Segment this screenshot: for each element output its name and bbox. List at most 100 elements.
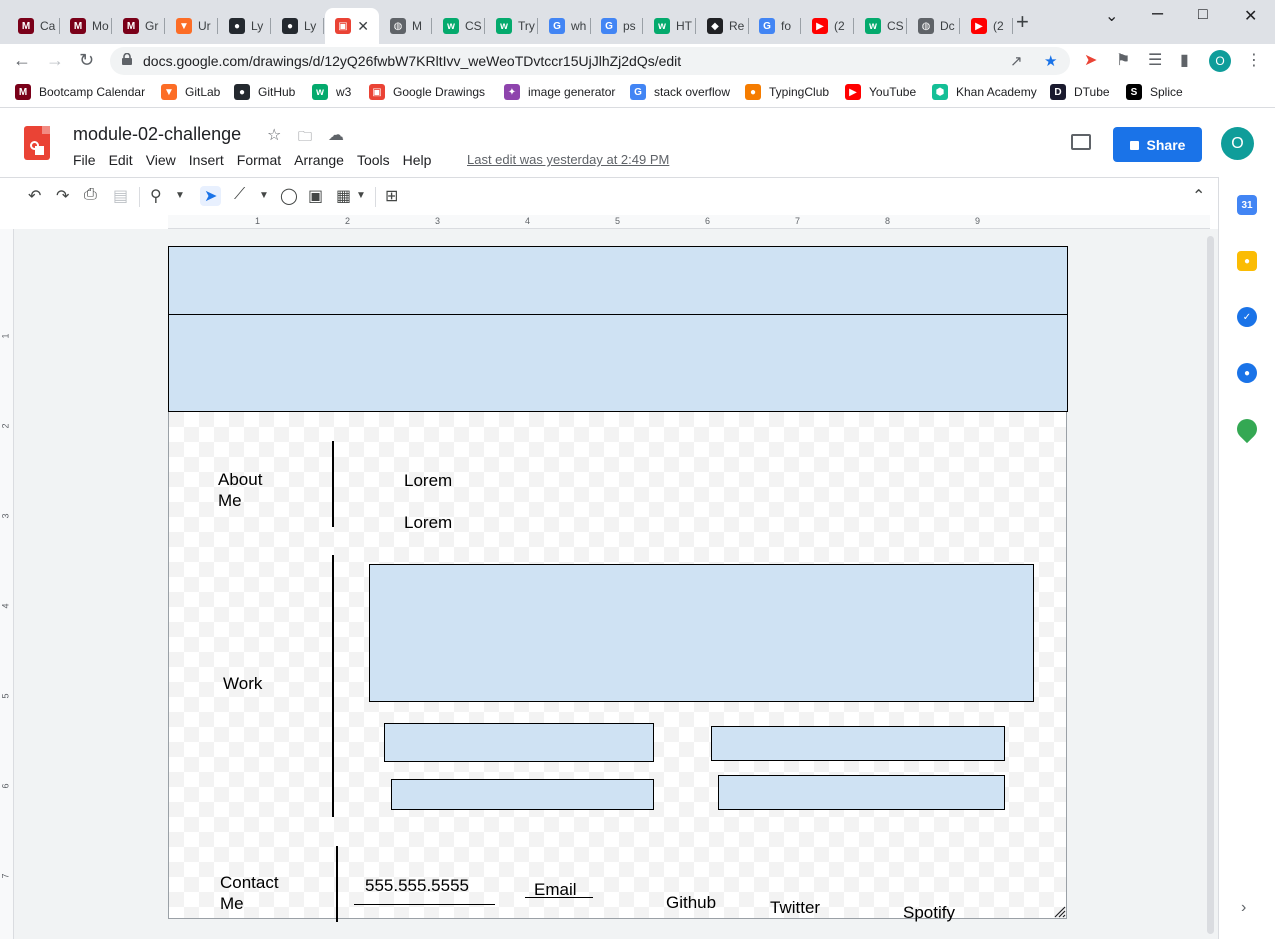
share-button[interactable]: Share xyxy=(1113,127,1202,162)
bookmark-item[interactable]: ⬢ Khan Academy xyxy=(932,84,1037,100)
work-rectangle-1[interactable] xyxy=(384,723,654,762)
add-comment-icon[interactable]: ⊞ xyxy=(385,186,398,206)
minimize-icon[interactable]: ⌄ xyxy=(1105,6,1118,26)
browser-tab[interactable]: ● Ly xyxy=(219,8,271,44)
email-underline[interactable] xyxy=(525,897,593,898)
bookmark-item[interactable]: w w3 xyxy=(312,84,351,100)
media-control-icon[interactable]: ☰ xyxy=(1148,50,1162,70)
header-rectangle-bottom[interactable] xyxy=(168,314,1068,412)
browser-menu-icon[interactable]: ⋮ xyxy=(1246,50,1262,70)
menu-file[interactable]: File xyxy=(73,152,96,168)
browser-tab[interactable]: ● Ly xyxy=(272,8,324,44)
close-tab-icon[interactable]: ✕ xyxy=(357,18,369,35)
address-bar[interactable]: docs.google.com/drawings/d/12yQ26fwbW7KR… xyxy=(110,47,1070,75)
browser-tab[interactable]: w CS xyxy=(433,8,485,44)
account-avatar[interactable]: O xyxy=(1221,127,1254,160)
phone-text[interactable]: 555.555.5555 xyxy=(365,875,469,896)
bookmark-item[interactable]: ▣ Google Drawings xyxy=(369,84,485,100)
image-icon[interactable]: ▦ xyxy=(336,186,351,206)
line-tool-icon[interactable]: ⟋ xyxy=(234,186,245,204)
work-rectangle-3[interactable] xyxy=(391,779,654,810)
browser-tab[interactable]: ▶ (2 xyxy=(802,8,854,44)
browser-tab[interactable]: Gwh xyxy=(539,8,591,44)
about-divider-line[interactable] xyxy=(332,441,334,527)
print-icon[interactable]: ⎙ xyxy=(84,186,97,204)
side-panel-icon[interactable]: ▮ xyxy=(1180,50,1189,70)
browser-tab[interactable]: ▶ (2 xyxy=(961,8,1013,44)
document-title[interactable]: module-02-challenge xyxy=(73,124,241,145)
menu-tools[interactable]: Tools xyxy=(357,152,390,168)
bookmark-item[interactable]: ✦ image generator xyxy=(504,84,615,100)
work-rectangle-4[interactable] xyxy=(718,775,1005,810)
lorem-text-2[interactable]: Lorem xyxy=(404,512,452,533)
work-label[interactable]: Work xyxy=(223,673,262,694)
browser-tab[interactable]: w Try xyxy=(486,8,538,44)
browser-tab[interactable]: ◆ Re xyxy=(697,8,749,44)
move-folder-icon[interactable]: 🗀 xyxy=(298,126,312,150)
paint-format-icon[interactable]: ▤ xyxy=(113,186,128,206)
last-edit-link[interactable]: Last edit was yesterday at 2:49 PM xyxy=(467,152,669,167)
github-text[interactable]: Github xyxy=(666,892,716,913)
redo-icon[interactable]: ↷ xyxy=(56,186,69,206)
browser-tab[interactable]: ◍ M xyxy=(380,8,432,44)
menu-format[interactable]: Format xyxy=(237,152,281,168)
menu-insert[interactable]: Insert xyxy=(189,152,224,168)
drawing-page[interactable]: About Me Lorem Lorem Work Contact Me 555… xyxy=(168,246,1068,922)
bookmark-item[interactable]: M Bootcamp Calendar xyxy=(15,84,145,100)
browser-tab[interactable]: Gfo xyxy=(749,8,801,44)
tasks-icon[interactable]: ✓ xyxy=(1237,307,1257,327)
calendar-icon[interactable]: 31 xyxy=(1237,195,1257,215)
shape-tool-icon[interactable]: ◯ xyxy=(280,186,298,206)
menu-help[interactable]: Help xyxy=(403,152,432,168)
bookmark-star-icon[interactable]: ★ xyxy=(1044,52,1057,70)
window-maximize-button[interactable]: □ xyxy=(1198,6,1208,24)
zoom-icon[interactable]: ⚲ xyxy=(150,186,162,206)
star-icon[interactable]: ☆ xyxy=(267,125,281,145)
phone-underline[interactable] xyxy=(354,904,495,905)
browser-tab[interactable]: w HT xyxy=(644,8,696,44)
bookmark-item[interactable]: ● TypingClub xyxy=(745,84,829,100)
work-rectangle-2[interactable] xyxy=(711,726,1005,761)
reload-button[interactable]: ↻ xyxy=(79,50,94,71)
extension-arrow-icon[interactable]: ➤ xyxy=(1084,50,1097,70)
expand-panel-icon[interactable]: › xyxy=(1241,899,1246,917)
about-me-label[interactable]: About Me xyxy=(218,469,262,511)
keep-icon[interactable]: ● xyxy=(1237,251,1257,271)
browser-tab[interactable]: Gps xyxy=(591,8,643,44)
contacts-icon[interactable]: ● xyxy=(1237,363,1257,383)
cloud-saved-icon[interactable]: ☁ xyxy=(328,125,344,145)
comment-history-icon[interactable] xyxy=(1071,134,1091,150)
window-minimize-button[interactable]: – xyxy=(1152,2,1163,25)
collapse-toolbar-icon[interactable]: ⌃ xyxy=(1192,186,1205,206)
bookmark-item[interactable]: ▶ YouTube xyxy=(845,84,916,100)
extensions-puzzle-icon[interactable]: ⚑ xyxy=(1116,50,1130,70)
browser-tab[interactable]: ◍ Dc xyxy=(908,8,960,44)
browser-tab[interactable]: M Gr xyxy=(113,8,165,44)
browser-profile-avatar[interactable]: O xyxy=(1209,50,1231,72)
contact-divider-line[interactable] xyxy=(336,846,338,922)
browser-tab[interactable]: M Ca xyxy=(8,8,60,44)
new-tab-button[interactable]: + xyxy=(1016,11,1029,33)
bookmark-item[interactable]: D DTube xyxy=(1050,84,1110,100)
text-box-icon[interactable]: ▣ xyxy=(308,186,323,206)
menu-edit[interactable]: Edit xyxy=(109,152,133,168)
bookmark-item[interactable]: ▼ GitLab xyxy=(161,84,220,100)
work-featured-rectangle[interactable] xyxy=(369,564,1034,702)
zoom-dropdown-icon[interactable]: ▼ xyxy=(175,190,185,201)
bookmark-item[interactable]: ● GitHub xyxy=(234,84,295,100)
lorem-text-1[interactable]: Lorem xyxy=(404,470,452,491)
forward-button[interactable]: → xyxy=(46,50,64,71)
select-tool-icon[interactable]: ➤ xyxy=(200,186,222,206)
resize-handle-icon[interactable] xyxy=(1052,904,1066,918)
browser-tab[interactable]: M Mo xyxy=(60,8,112,44)
work-divider-line[interactable] xyxy=(332,555,334,817)
browser-tab[interactable]: w CS xyxy=(855,8,907,44)
bookmark-item[interactable]: S Splice xyxy=(1126,84,1183,100)
vertical-scrollbar[interactable] xyxy=(1207,236,1214,934)
share-page-icon[interactable]: ↗ xyxy=(1010,52,1023,70)
browser-tab[interactable]: ▼ Ur xyxy=(166,8,218,44)
line-dropdown-icon[interactable]: ▼ xyxy=(259,190,269,201)
bookmark-item[interactable]: Gstack overflow xyxy=(630,84,730,100)
back-button[interactable]: ← xyxy=(13,50,31,71)
twitter-text[interactable]: Twitter xyxy=(770,897,820,918)
